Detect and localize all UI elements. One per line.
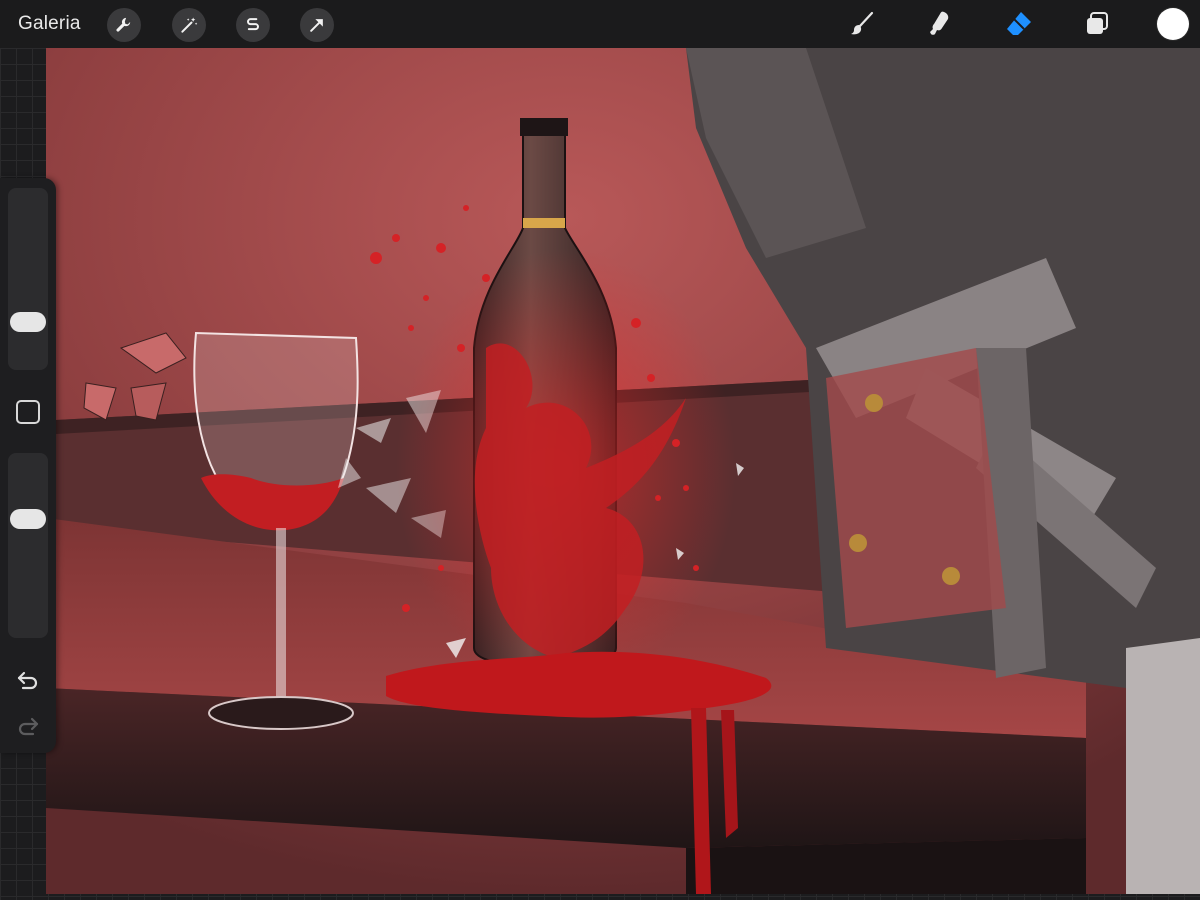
- redo-button[interactable]: [14, 714, 42, 738]
- brush-size-slider[interactable]: [8, 188, 48, 370]
- smudge-tool-button[interactable]: [922, 7, 956, 41]
- eraser-tool-button[interactable]: [1002, 7, 1036, 41]
- selection-button[interactable]: [236, 8, 270, 42]
- layers-button[interactable]: [1080, 7, 1114, 41]
- eraser-icon: [1007, 12, 1031, 35]
- artwork-canvas[interactable]: [46, 48, 1200, 894]
- brush-opacity-slider[interactable]: [8, 453, 48, 638]
- transform-button[interactable]: [300, 8, 334, 42]
- adjustments-button[interactable]: [172, 8, 206, 42]
- gallery-button[interactable]: Galeria: [18, 12, 81, 36]
- magic-wand-icon: [181, 17, 198, 33]
- undo-icon: [17, 671, 38, 690]
- modify-square-icon[interactable]: [16, 400, 40, 424]
- left-sidebar: [0, 178, 56, 753]
- color-picker-button[interactable]: [1157, 8, 1189, 40]
- redo-icon: [18, 717, 39, 736]
- actions-button[interactable]: [107, 8, 141, 42]
- selection-s-icon: [247, 18, 259, 31]
- undo-button[interactable]: [14, 668, 42, 692]
- brush-size-thumb[interactable]: [10, 312, 46, 332]
- smudge-icon: [930, 11, 949, 35]
- artwork-illustration: [46, 48, 1200, 894]
- top-toolbar: Galeria: [0, 0, 1200, 48]
- wrench-icon: [116, 17, 131, 32]
- layers-icon: [1087, 12, 1108, 34]
- brush-opacity-thumb[interactable]: [10, 509, 46, 529]
- paint-tool-button[interactable]: [845, 7, 879, 41]
- transform-arrow-icon: [310, 19, 323, 32]
- brush-icon: [851, 11, 874, 35]
